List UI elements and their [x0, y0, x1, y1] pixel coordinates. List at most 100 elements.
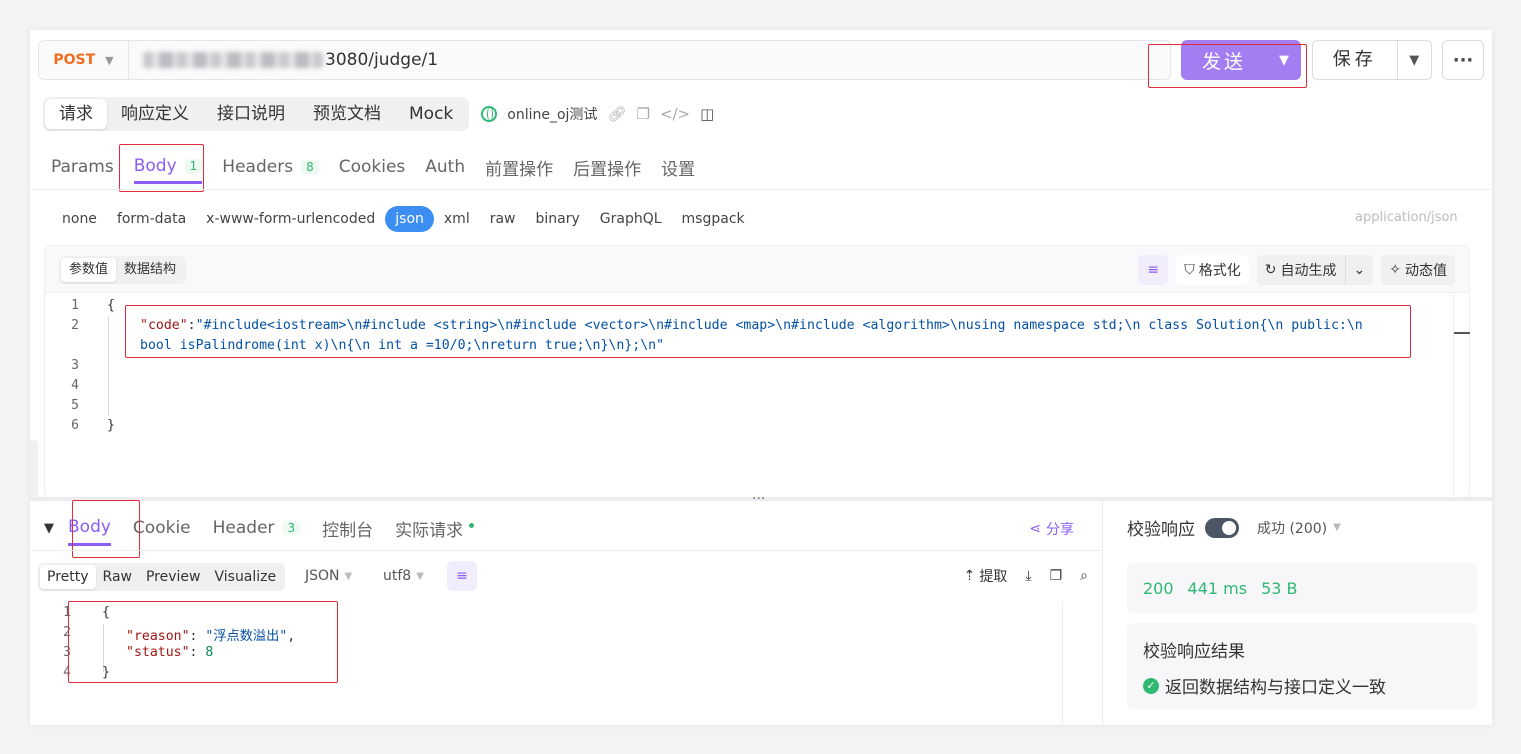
chevron-down-icon[interactable]: ⌄ [1346, 255, 1374, 285]
param-tabs: Params Body 1 Headers 8 Cookies Auth 前置操作 … [51, 150, 715, 184]
tab-api-description[interactable]: 接口说明 [203, 99, 299, 129]
method-select[interactable]: POST ▼ [39, 41, 129, 79]
code-line: } [107, 418, 115, 433]
response-tab-actual-request[interactable]: 实际请求 [395, 516, 475, 541]
tab-params-label: Params [51, 157, 114, 177]
environment-name[interactable]: online_oj测试 [507, 104, 597, 124]
response-scrollbar[interactable] [1062, 602, 1082, 725]
response-tab-console[interactable]: 控制台 [322, 516, 373, 541]
panel-icon[interactable]: ◫ [700, 105, 714, 123]
tab-mock[interactable]: Mock [395, 99, 467, 129]
response-stats: 200 441 ms 53 B [1127, 563, 1477, 613]
extract-button[interactable]: ⇡ 提取 [964, 566, 1008, 586]
send-button[interactable]: 发送 ▼ [1181, 40, 1301, 80]
validation-title: 校验响应 [1127, 520, 1195, 540]
response-toolbar: Pretty Raw Preview Visualize JSON ▼ utf8 ▼… [38, 560, 1088, 592]
chevron-down-icon[interactable]: ▼ [30, 521, 68, 536]
format-button[interactable]: ⛉ 格式化 [1176, 255, 1249, 285]
code-line: "code":"#include<iostream>\n#include <st… [140, 318, 1363, 333]
chevron-down-icon: ▼ [1333, 522, 1341, 533]
json-key: "code" [140, 318, 188, 333]
mode-data-structure[interactable]: 数据结构 [116, 258, 184, 282]
tab-post-operations[interactable]: 后置操作 [573, 155, 641, 180]
share-button[interactable]: ⋖ 分享 [1029, 519, 1074, 539]
response-tab-cookie[interactable]: Cookie [133, 518, 191, 538]
response-code-area[interactable]: 1 2 3 4 { "reason": "浮点数溢出", "status": 8… [40, 602, 1082, 725]
autogen-button[interactable]: ↻ 自动生成 [1257, 255, 1345, 285]
code-area[interactable]: 1 2 3 4 5 6 { "code":"#include<iostream>… [45, 294, 1455, 497]
response-tools: ⇡ 提取 ⤓ ❐ ⌕ [964, 566, 1088, 586]
body-type-xml[interactable]: xml [434, 206, 480, 232]
view-visualize[interactable]: Visualize [207, 565, 283, 589]
view-preview[interactable]: Preview [139, 565, 208, 589]
dynamic-label: 动态值 [1405, 263, 1447, 279]
response-tab-body[interactable]: Body [68, 510, 111, 546]
view-pretty[interactable]: Pretty [40, 565, 96, 589]
editor-toolbar: 参数值 数据结构 ≡ ⛉ 格式化 ↻ 自动生成 ⌄ ✧ 动态值 [45, 246, 1469, 293]
body-type-msgpack[interactable]: msgpack [672, 206, 755, 232]
tab-params[interactable]: Params [51, 157, 114, 177]
tab-settings[interactable]: 设置 [661, 155, 695, 180]
search-icon[interactable]: ⌕ [1080, 568, 1088, 584]
magic-wand-icon: ✧ [1389, 262, 1401, 278]
mode-param-values[interactable]: 参数值 [61, 258, 117, 282]
editor-scrollbar[interactable] [1453, 294, 1470, 497]
extract-label: 提取 [979, 569, 1008, 585]
refresh-icon: ↻ [1264, 262, 1277, 278]
more-icon[interactable]: ··· [1442, 40, 1484, 80]
download-icon[interactable]: ⤓ [1025, 568, 1031, 584]
line-number: 5 [71, 398, 79, 413]
line-number: 2 [71, 318, 79, 333]
status-dot [469, 522, 475, 528]
validation-toggle[interactable] [1205, 517, 1239, 538]
drag-handle-icon[interactable]: ··· [752, 491, 765, 507]
chevron-down-icon[interactable]: ▼ [1267, 53, 1301, 68]
copy-icon[interactable]: ❐ [636, 105, 649, 123]
format-select[interactable]: JSON ▼ [305, 568, 352, 584]
wrap-lines-icon[interactable]: ≡ [447, 561, 477, 591]
wrap-lines-icon[interactable]: ≡ [1138, 255, 1169, 285]
body-type-raw[interactable]: raw [480, 206, 526, 232]
status-select[interactable]: 成功 (200) ▼ [1257, 518, 1341, 538]
body-type-none[interactable]: none [52, 206, 107, 232]
link-icon[interactable]: 🔗︎ [607, 105, 626, 123]
body-type-binary[interactable]: binary [526, 206, 590, 232]
view-mode-toggle: Pretty Raw Preview Visualize [38, 563, 286, 591]
encoding-select[interactable]: utf8 ▼ [383, 568, 424, 584]
top-tabs: 请求 响应定义 接口说明 预览文档 Mock online_oj测试 🔗︎ ❐ … [43, 97, 714, 131]
response-tab-header-label: Header [212, 518, 275, 538]
tab-body-label: Body [133, 155, 177, 176]
request-bar: POST ▼ 3080/judge/1 发送 ▼ 保存 ▼ ··· [38, 40, 1484, 80]
url-box: POST ▼ 3080/judge/1 [38, 40, 1171, 80]
tab-request[interactable]: 请求 [45, 99, 107, 129]
result-title: 校验响应结果 [1143, 642, 1245, 662]
save-button[interactable]: 保存 ▼ [1312, 40, 1432, 80]
response-tab-body-label: Body [68, 516, 111, 537]
code-icon[interactable]: </> [660, 105, 690, 123]
tab-response-definition[interactable]: 响应定义 [107, 99, 203, 129]
body-type-graphql[interactable]: GraphQL [590, 206, 672, 232]
response-tab-header[interactable]: Header 3 [213, 518, 301, 538]
tab-body[interactable]: Body 1 [133, 150, 203, 184]
tab-auth[interactable]: Auth [425, 157, 465, 177]
view-raw[interactable]: Raw [96, 565, 139, 589]
tab-headers[interactable]: Headers 8 [222, 157, 319, 177]
tab-preview-docs[interactable]: 预览文档 [299, 99, 395, 129]
tab-settings-label: 设置 [661, 159, 696, 180]
result-text: 返回数据结构与接口定义一致 [1165, 678, 1386, 698]
body-type-urlencoded[interactable]: x-www-form-urlencoded [196, 206, 385, 232]
body-type-json[interactable]: json [385, 206, 434, 232]
body-type-form-data[interactable]: form-data [107, 206, 196, 232]
copy-icon[interactable]: ❐ [1050, 568, 1063, 584]
tab-cookies[interactable]: Cookies [339, 157, 406, 177]
url-input[interactable]: 3080/judge/1 [325, 50, 438, 70]
share-icon: ⋖ [1029, 521, 1041, 537]
left-edge-handle [30, 440, 38, 500]
status-option: 成功 (200) [1257, 520, 1328, 537]
chevron-down-icon[interactable]: ▼ [1398, 53, 1431, 68]
json-colon: : [187, 318, 196, 333]
tab-pre-operations[interactable]: 前置操作 [485, 155, 553, 180]
format-label: 格式化 [1198, 263, 1241, 279]
environment-info: online_oj测试 🔗︎ ❐ </> ◫ [481, 104, 714, 124]
dynamic-value-button[interactable]: ✧ 动态值 [1381, 255, 1455, 285]
